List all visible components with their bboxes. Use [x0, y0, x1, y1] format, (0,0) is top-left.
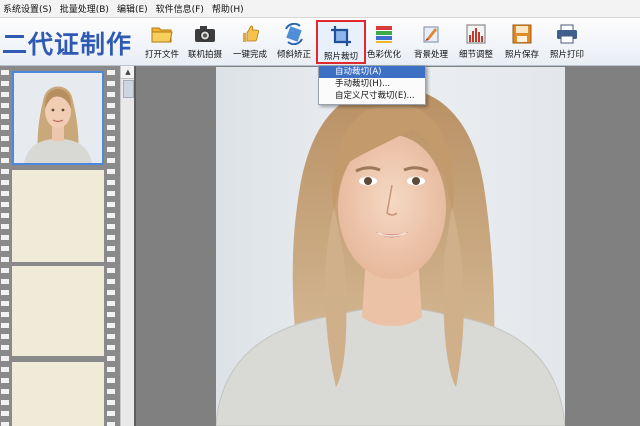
camera-icon	[194, 23, 216, 45]
menu-batch-process[interactable]: 批量处理(B)	[57, 2, 112, 15]
filmstrip	[0, 66, 120, 426]
crop-dropdown-menu: 自动裁切(A) 手动裁切(H)... 自定义尺寸裁切(E)...	[318, 65, 426, 105]
thumbnail-empty-1[interactable]	[12, 170, 104, 262]
save-icon	[511, 23, 533, 45]
one-click-button[interactable]: 一键完成	[227, 20, 273, 63]
portrait-photo	[216, 67, 565, 426]
histogram-icon	[465, 23, 487, 45]
camera-label: 联机拍摄	[187, 50, 222, 60]
menu-item-custom-size-crop[interactable]: 自定义尺寸裁切(E)...	[319, 90, 425, 102]
open-file-label: 打开文件	[144, 50, 179, 60]
menu-system-settings[interactable]: 系统设置(S)	[0, 2, 55, 15]
crop-label: 照片裁切	[323, 52, 358, 62]
main-photo[interactable]	[216, 67, 565, 426]
film-sprocket-holes-left	[1, 70, 9, 426]
printer-icon	[556, 23, 578, 45]
menu-help[interactable]: 帮助(H)	[209, 2, 247, 15]
crop-button[interactable]: 照片裁切	[316, 20, 366, 64]
rotate-icon	[283, 23, 305, 45]
background-label: 背景处理	[413, 50, 448, 60]
thumbnail-empty-2[interactable]	[12, 266, 104, 356]
scroll-up-arrow-icon[interactable]: ▲	[121, 66, 135, 79]
portrait-thumbnail	[14, 73, 102, 163]
camera-button[interactable]: 联机拍摄	[182, 20, 228, 63]
menu-bar: 系统设置(S) 批量处理(B) 编辑(E) 软件信息(F) 帮助(H)	[0, 0, 640, 18]
open-file-button[interactable]: 打开文件	[139, 20, 185, 63]
film-sprocket-holes-right	[107, 70, 115, 426]
toolbar: 二代证制作 打开文件 联机拍摄 一键完成 倾斜矫正 照片裁切 色彩优化 背景处理…	[0, 18, 640, 66]
save-photo-label: 照片保存	[504, 50, 539, 60]
detail-adjust-label: 细节调整	[458, 50, 493, 60]
thumbnail-panel	[0, 66, 120, 426]
background-button[interactable]: 背景处理	[408, 20, 454, 63]
scrollbar-thumb[interactable]	[123, 80, 134, 98]
deskew-button[interactable]: 倾斜矫正	[271, 20, 317, 63]
print-photo-button[interactable]: 照片打印	[544, 20, 590, 63]
thumbnail-photo-selected[interactable]	[12, 71, 104, 165]
app-title: 二代证制作	[2, 30, 133, 59]
detail-adjust-button[interactable]: 细节调整	[453, 20, 499, 63]
color-optimize-button[interactable]: 色彩优化	[361, 20, 407, 63]
color-optimize-label: 色彩优化	[366, 50, 401, 60]
thumbs-up-icon	[239, 23, 261, 45]
print-photo-label: 照片打印	[549, 50, 584, 60]
brush-icon	[420, 23, 442, 45]
color-bars-icon	[373, 23, 395, 45]
deskew-label: 倾斜矫正	[276, 50, 311, 60]
menu-item-manual-crop[interactable]: 手动裁切(H)...	[319, 78, 425, 90]
menu-software-info[interactable]: 软件信息(F)	[153, 2, 207, 15]
crop-icon	[330, 25, 352, 47]
save-photo-button[interactable]: 照片保存	[499, 20, 545, 63]
thumbnail-empty-3[interactable]	[12, 362, 104, 426]
menu-edit[interactable]: 编辑(E)	[114, 2, 151, 15]
one-click-label: 一键完成	[232, 50, 267, 60]
thumbnail-scrollbar[interactable]: ▲	[120, 66, 135, 426]
folder-icon	[151, 23, 173, 45]
menu-item-auto-crop[interactable]: 自动裁切(A)	[319, 66, 425, 78]
